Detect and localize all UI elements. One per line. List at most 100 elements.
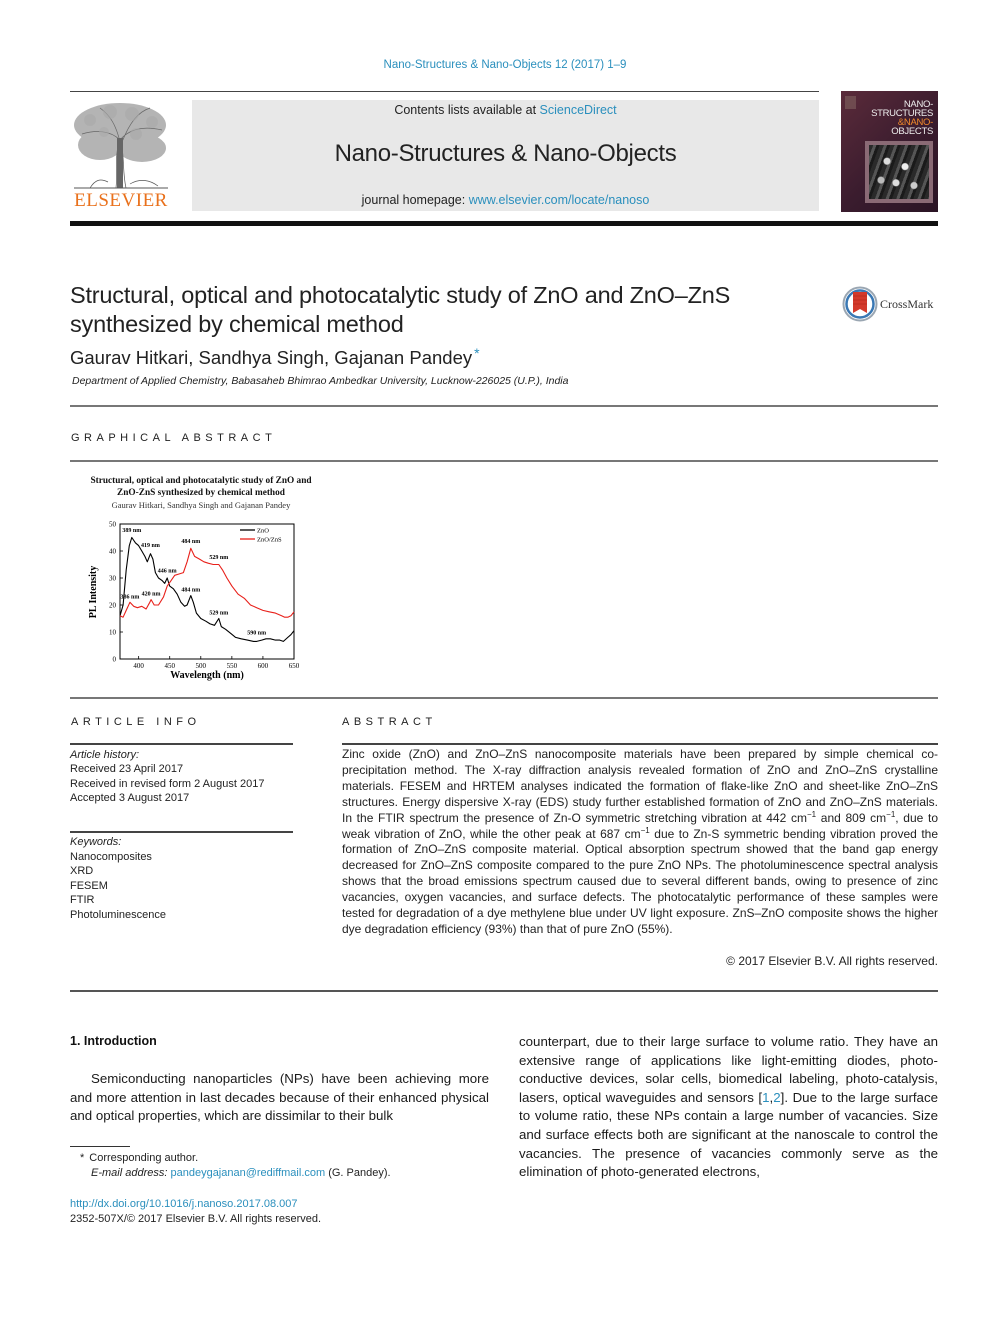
introduction-heading: 1. Introduction [70, 1034, 157, 1048]
peak-annotation: 386 nm [121, 594, 140, 600]
abstract-text: Zinc oxide (ZnO) and ZnO–ZnS nanocomposi… [342, 747, 938, 938]
homepage-prefix: journal homepage: [361, 193, 469, 207]
peak-annotation: 419 nm [141, 543, 160, 549]
reference-link[interactable]: 2 [773, 1090, 780, 1105]
keyword[interactable]: FESEM [70, 879, 295, 894]
doi-block: http://dx.doi.org/10.1016/j.nanoso.2017.… [70, 1197, 321, 1227]
article-title-line: Structural, optical and photocatalytic s… [70, 282, 731, 308]
ga-title-line: ZnO-ZnS synthesized by chemical method [117, 488, 285, 498]
y-axis-label: PL Intensity [88, 566, 99, 619]
x-tick-label: 500 [196, 662, 207, 670]
x-tick-label: 650 [289, 662, 300, 670]
journal-cover-image[interactable]: NANO- STRUCTURES &NANO- OBJECTS [841, 91, 938, 212]
sciencedirect-link[interactable]: ScienceDirect [540, 103, 617, 117]
keyword[interactable]: Nanocomposites [70, 850, 295, 865]
elsevier-wordmark: ELSEVIER [74, 190, 168, 211]
peak-annotation: 484 nm [181, 539, 200, 545]
email-label: E-mail address: [91, 1167, 168, 1179]
header-thick-rule [70, 221, 938, 226]
y-tick-label: 40 [109, 548, 117, 556]
footnote-rule [70, 1146, 130, 1147]
abstract-copyright: © 2017 Elsevier B.V. All rights reserved… [726, 954, 938, 968]
footnote: * Corresponding author. E-mail address: p… [80, 1151, 391, 1181]
peak-annotation: 529 nm [209, 610, 228, 616]
ga-title-line: Structural, optical and photocatalytic s… [90, 476, 312, 486]
peak-annotation: 484 nm [181, 588, 200, 594]
crossmark-icon [842, 286, 878, 322]
elsevier-tree-icon [74, 103, 168, 189]
article-info-heading: ARTICLE INFO [71, 716, 201, 728]
x-tick-label: 450 [164, 662, 175, 670]
history-item: Received 23 April 2017 [70, 763, 184, 776]
journal-homepage-link[interactable]: www.elsevier.com/locate/nanoso [469, 193, 650, 207]
pl-spectrum-chart[interactable]: 400 450 500 550 600 650 0 10 20 30 40 50 389 nm 419 … [80, 512, 310, 687]
peak-annotation: 420 nm [142, 592, 161, 598]
abstract-part: and 809 cm [816, 810, 887, 825]
y-tick-label: 10 [109, 629, 117, 637]
x-axis-label: Wavelength (nm) [170, 670, 244, 681]
header-rule [70, 91, 819, 92]
peak-annotation: 389 nm [122, 528, 141, 534]
journal-reference[interactable]: Nano-Structures & Nano-Objects 12 (2017)… [0, 59, 992, 71]
contents-prefix: Contents lists available at [394, 103, 540, 117]
journal-name: Nano-Structures & Nano-Objects [334, 140, 677, 167]
superscript: −1 [886, 809, 896, 819]
crossmark-label: CrossMark [880, 297, 934, 311]
peak-annotation: 590 nm [247, 631, 266, 637]
chart-annotations: 389 nm 419 nm 446 nm 484 nm 529 nm 590 nm 386 … [121, 528, 267, 637]
footnote-text: Corresponding author. [89, 1152, 199, 1164]
contents-line: Contents lists available at ScienceDirec… [192, 103, 819, 117]
abstract-part: due to Zn-S symmetric bending vibration … [342, 826, 938, 936]
cover-emblem-icon [845, 96, 856, 109]
legend-label: ZnO [257, 528, 269, 535]
crossmark-button[interactable]: CrossMark [842, 286, 942, 322]
peak-annotation: 529 nm [209, 555, 228, 561]
cover-micrograph [865, 141, 933, 203]
abstract-heading: ABSTRACT [342, 716, 437, 728]
superscript: −1 [640, 825, 650, 835]
chart-legend: ZnO ZnO/ZnS [240, 528, 282, 544]
keywords: Keywords: Nanocomposites XRD FESEM FTIR … [70, 835, 295, 922]
graphical-abstract-title: Structural, optical and photocatalytic s… [70, 475, 332, 499]
section-rule [70, 697, 938, 699]
chart-series [119, 536, 295, 642]
journal-masthead: Contents lists available at ScienceDirec… [192, 100, 819, 211]
abstract-rule [342, 743, 938, 745]
doi-link[interactable]: http://dx.doi.org/10.1016/j.nanoso.2017.… [70, 1197, 321, 1212]
cover-title: NANO- STRUCTURES &NANO- OBJECTS [871, 100, 933, 137]
issn-copyright: 2352-507X/© 2017 Elsevier B.V. All right… [70, 1213, 322, 1225]
x-tick-label: 600 [258, 662, 269, 670]
corresponding-author-note: * Corresponding author. [80, 1151, 391, 1166]
section-rule [70, 460, 938, 462]
superscript: −1 [806, 809, 817, 819]
author-list: Gaurav Hitkari, Sandhya Singh, Gajanan P… [70, 347, 473, 368]
graphical-abstract-heading: GRAPHICAL ABSTRACT [71, 432, 277, 444]
email-suffix: (G. Pandey). [325, 1167, 391, 1179]
elsevier-logo[interactable]: ELSEVIER [70, 100, 172, 212]
keyword[interactable]: Photoluminescence [70, 908, 295, 923]
email-link[interactable]: pandeygajanan@rediffmail.com [170, 1167, 325, 1179]
y-tick-label: 0 [113, 656, 117, 664]
keyword[interactable]: FTIR [70, 893, 295, 908]
article-history: Article history: Received 23 April 2017 … [70, 748, 295, 805]
graphical-abstract-authors: Gaurav Hitkari, Sandhya Singh and Gajana… [111, 500, 291, 510]
introduction-right-column: counterpart, due to their large surface … [519, 1033, 938, 1182]
history-item: Received in revised form 2 August 2017 [70, 777, 265, 790]
series-line-zno [119, 536, 295, 642]
cover-title-line: OBJECTS [891, 126, 933, 137]
history-item: Accepted 3 August 2017 [70, 791, 190, 804]
y-tick-label: 30 [109, 575, 117, 583]
keywords-rule [70, 831, 293, 833]
section-rule [70, 990, 938, 992]
keyword[interactable]: XRD [70, 864, 295, 879]
article-title: Structural, optical and photocatalytic s… [70, 281, 810, 339]
article-title-line: synthesized by chemical method [70, 311, 404, 337]
corresponding-author-marker[interactable]: * [474, 345, 479, 361]
affiliation: Department of Applied Chemistry, Babasah… [72, 375, 569, 387]
keywords-label: Keywords: [70, 836, 122, 848]
footnote-marker: * [80, 1152, 85, 1164]
article-info-rule [70, 743, 293, 745]
reference-link[interactable]: 1 [762, 1090, 769, 1105]
section-rule [70, 405, 938, 407]
y-tick-label: 20 [109, 602, 117, 610]
